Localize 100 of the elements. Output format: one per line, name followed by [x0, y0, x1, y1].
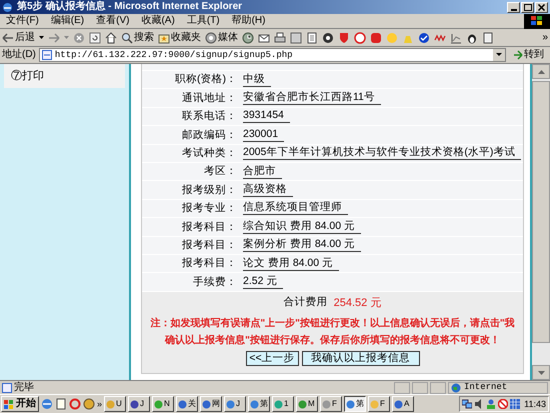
- app-icon: [298, 400, 308, 408]
- menu-item[interactable]: 帮助(H): [226, 16, 272, 26]
- field-label: 考区：: [203, 166, 237, 177]
- taskbar-button[interactable]: F: [320, 396, 342, 412]
- field-label: 报考专业：: [181, 203, 237, 214]
- scroll-arrow-button[interactable]: [532, 64, 550, 79]
- menu-item[interactable]: 查看(V): [90, 16, 136, 26]
- field-value: 230001: [243, 128, 284, 142]
- maximize-button[interactable]: [521, 2, 534, 12]
- taskbar-button[interactable]: 关: [176, 396, 198, 412]
- field-value: 合肥市: [243, 164, 282, 179]
- minimize-button[interactable]: [507, 2, 520, 12]
- media-button[interactable]: 媒体: [205, 32, 238, 44]
- field-value: 高级资格: [243, 183, 293, 198]
- taskbar-button[interactable]: M: [296, 396, 318, 412]
- taskbar-button[interactable]: N: [152, 396, 174, 412]
- home-icon[interactable]: [105, 32, 117, 44]
- menu-item[interactable]: 文件(F): [0, 16, 45, 26]
- taskbar-button[interactable]: J: [128, 396, 150, 412]
- app-icon: [322, 400, 332, 408]
- shield-icon[interactable]: [338, 32, 350, 44]
- notepad-icon[interactable]: [55, 398, 67, 410]
- back-step-button[interactable]: <<上一步: [246, 351, 298, 366]
- network-icon: [462, 399, 472, 409]
- grid-icon: [510, 399, 520, 409]
- field-value: 中级: [243, 72, 271, 87]
- app-icon: [130, 400, 140, 408]
- menu-item[interactable]: 收藏(A): [135, 16, 181, 26]
- field-label: 报考科目：: [181, 222, 237, 232]
- field-value: 安徽省合肥市长江西路11号: [243, 91, 381, 106]
- field-label: 职称(资格)：: [174, 74, 237, 85]
- app-icon: [250, 400, 260, 408]
- address-field[interactable]: http://61.132.222.97:9000/signup/signup5.php: [38, 48, 506, 62]
- app-icon: [226, 400, 236, 408]
- status-text: 完毕: [14, 382, 35, 392]
- confirm-button[interactable]: 我确认以上报考信息: [302, 351, 420, 366]
- field-value: 论文 费用 84.00 元: [243, 256, 340, 271]
- stop-icon[interactable]: [73, 32, 85, 44]
- coin-icon[interactable]: [83, 398, 95, 410]
- scroll-thumb[interactable]: [532, 81, 550, 343]
- window-title: 第5步 确认报考信息 - Microsoft Internet Explorer: [17, 2, 242, 12]
- chevron-button[interactable]: »: [97, 400, 102, 408]
- chart-icon[interactable]: [450, 32, 462, 44]
- taskbar-button[interactable]: 第: [344, 396, 366, 412]
- triangle-icon: [538, 370, 544, 374]
- check-circle-icon[interactable]: [418, 32, 430, 44]
- app-icon: [154, 400, 164, 408]
- app-icon: [346, 400, 356, 408]
- refresh-icon[interactable]: [89, 32, 101, 44]
- arrow-icon: [513, 50, 523, 60]
- status-pane: [430, 382, 446, 394]
- windows-logo: [524, 14, 550, 28]
- total-label: 合计费用: [284, 295, 328, 310]
- taskbar-button[interactable]: U: [104, 396, 126, 412]
- notepad-icon[interactable]: [482, 32, 494, 44]
- back-arrow-icon: [2, 32, 14, 42]
- window-icon[interactable]: [290, 32, 302, 44]
- dropdown-button[interactable]: [493, 49, 505, 61]
- app-icon: [274, 400, 284, 408]
- mail-icon[interactable]: [258, 32, 270, 44]
- field-label: 报考科目：: [181, 258, 237, 269]
- field-label: 考试种类：: [181, 148, 237, 158]
- address-label: 地址(D): [2, 50, 36, 60]
- caret-icon: [64, 36, 69, 40]
- taskbar-button[interactable]: J: [224, 396, 246, 412]
- taskbar-button[interactable]: 网: [200, 396, 222, 412]
- taskbar-button[interactable]: A: [392, 396, 414, 412]
- chevron-button[interactable]: »: [542, 32, 548, 42]
- field-label: 报考级别：: [181, 184, 237, 196]
- sidebar-item[interactable]: ⑦打印: [4, 64, 125, 88]
- go-button[interactable]: 转到: [509, 50, 548, 60]
- printer-icon[interactable]: [274, 32, 286, 44]
- menu-item[interactable]: 编辑(E): [44, 16, 90, 26]
- search-button[interactable]: 搜索: [121, 32, 154, 44]
- field-value: 2005年下半年计算机技术与软件专业技术资格(水平)考试: [243, 146, 522, 160]
- total-value: 254.52 元: [334, 296, 382, 311]
- scrollbar[interactable]: [530, 64, 550, 380]
- favorites-button[interactable]: 收藏夹: [158, 32, 201, 44]
- status-pane: [412, 382, 428, 394]
- taskbar-button[interactable]: F: [368, 396, 390, 412]
- app-icon: [178, 400, 188, 408]
- media-icon: [205, 32, 217, 44]
- scroll-arrow-button[interactable]: [532, 365, 550, 380]
- menu-item[interactable]: 工具(T): [180, 16, 226, 26]
- back-button[interactable]: 后退: [2, 32, 35, 42]
- taskbar-button[interactable]: 1: [272, 396, 294, 412]
- field-value: 信息系统项目管理师: [243, 201, 348, 216]
- start-button[interactable]: 开始: [1, 396, 39, 412]
- close-button[interactable]: [535, 2, 548, 12]
- favorites-icon: [158, 32, 170, 44]
- history-icon[interactable]: [242, 32, 254, 44]
- circle-icon[interactable]: [322, 32, 334, 44]
- app-icon: [394, 400, 404, 408]
- maximize-icon: [524, 4, 532, 10]
- field-label: 联系电话：: [181, 111, 237, 122]
- status-pane: [394, 382, 410, 394]
- taskbar-button[interactable]: 第: [248, 396, 270, 412]
- field-label: 报考科目：: [181, 240, 237, 250]
- field-value: 2.52 元: [243, 274, 284, 289]
- field-label: 邮政编码：: [181, 130, 237, 140]
